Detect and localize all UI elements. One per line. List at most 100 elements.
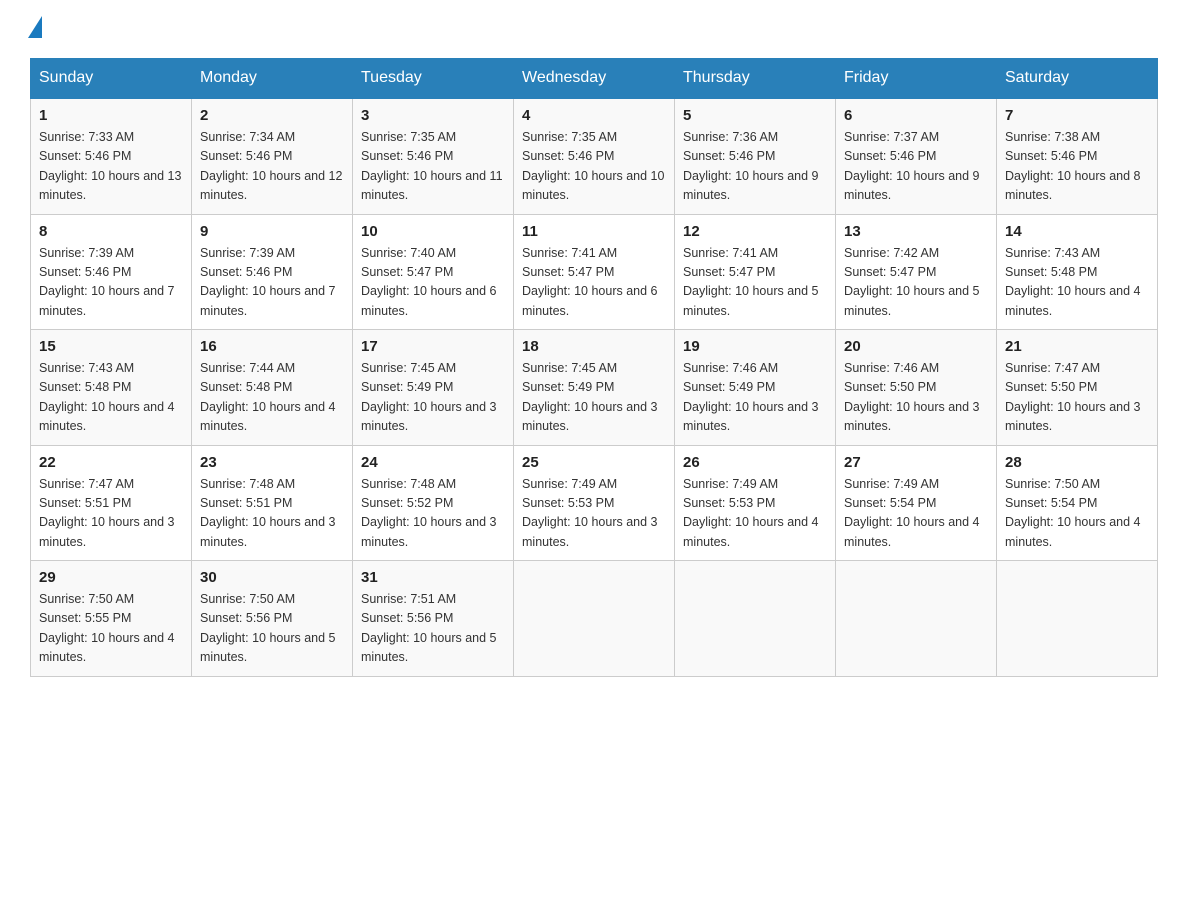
calendar-day-cell: 19 Sunrise: 7:46 AMSunset: 5:49 PMDaylig… (675, 330, 836, 446)
calendar-day-cell: 2 Sunrise: 7:34 AMSunset: 5:46 PMDayligh… (192, 98, 353, 214)
day-number: 18 (522, 338, 666, 355)
calendar-day-cell: 13 Sunrise: 7:42 AMSunset: 5:47 PMDaylig… (836, 214, 997, 330)
calendar-day-cell: 15 Sunrise: 7:43 AMSunset: 5:48 PMDaylig… (31, 330, 192, 446)
day-info: Sunrise: 7:41 AMSunset: 5:47 PMDaylight:… (683, 246, 819, 318)
day-number: 10 (361, 223, 505, 240)
calendar-day-cell: 20 Sunrise: 7:46 AMSunset: 5:50 PMDaylig… (836, 330, 997, 446)
day-info: Sunrise: 7:35 AMSunset: 5:46 PMDaylight:… (522, 130, 664, 202)
day-number: 9 (200, 223, 344, 240)
calendar-day-cell: 17 Sunrise: 7:45 AMSunset: 5:49 PMDaylig… (353, 330, 514, 446)
calendar-day-cell (675, 561, 836, 677)
day-number: 7 (1005, 107, 1149, 124)
page-header (30, 20, 1158, 38)
day-info: Sunrise: 7:45 AMSunset: 5:49 PMDaylight:… (361, 361, 497, 433)
logo-top-row (30, 20, 42, 38)
day-number: 29 (39, 569, 183, 586)
day-info: Sunrise: 7:47 AMSunset: 5:51 PMDaylight:… (39, 477, 175, 549)
logo-triangle-icon (28, 16, 42, 38)
day-number: 30 (200, 569, 344, 586)
calendar-day-cell: 8 Sunrise: 7:39 AMSunset: 5:46 PMDayligh… (31, 214, 192, 330)
weekday-header-saturday: Saturday (997, 59, 1158, 99)
calendar-day-cell: 25 Sunrise: 7:49 AMSunset: 5:53 PMDaylig… (514, 445, 675, 561)
calendar-week-row: 22 Sunrise: 7:47 AMSunset: 5:51 PMDaylig… (31, 445, 1158, 561)
day-number: 23 (200, 454, 344, 471)
calendar-day-cell (836, 561, 997, 677)
day-number: 25 (522, 454, 666, 471)
day-number: 19 (683, 338, 827, 355)
calendar-day-cell: 30 Sunrise: 7:50 AMSunset: 5:56 PMDaylig… (192, 561, 353, 677)
day-info: Sunrise: 7:37 AMSunset: 5:46 PMDaylight:… (844, 130, 980, 202)
weekday-header-tuesday: Tuesday (353, 59, 514, 99)
logo (30, 20, 42, 38)
calendar-day-cell: 29 Sunrise: 7:50 AMSunset: 5:55 PMDaylig… (31, 561, 192, 677)
calendar-day-cell (514, 561, 675, 677)
day-info: Sunrise: 7:46 AMSunset: 5:50 PMDaylight:… (844, 361, 980, 433)
day-number: 6 (844, 107, 988, 124)
day-info: Sunrise: 7:49 AMSunset: 5:54 PMDaylight:… (844, 477, 980, 549)
calendar-week-row: 8 Sunrise: 7:39 AMSunset: 5:46 PMDayligh… (31, 214, 1158, 330)
day-number: 14 (1005, 223, 1149, 240)
day-info: Sunrise: 7:48 AMSunset: 5:52 PMDaylight:… (361, 477, 497, 549)
day-info: Sunrise: 7:46 AMSunset: 5:49 PMDaylight:… (683, 361, 819, 433)
calendar-day-cell (997, 561, 1158, 677)
day-info: Sunrise: 7:35 AMSunset: 5:46 PMDaylight:… (361, 130, 503, 202)
day-number: 26 (683, 454, 827, 471)
calendar-day-cell: 22 Sunrise: 7:47 AMSunset: 5:51 PMDaylig… (31, 445, 192, 561)
calendar-day-cell: 5 Sunrise: 7:36 AMSunset: 5:46 PMDayligh… (675, 98, 836, 214)
calendar-week-row: 1 Sunrise: 7:33 AMSunset: 5:46 PMDayligh… (31, 98, 1158, 214)
weekday-header-wednesday: Wednesday (514, 59, 675, 99)
weekday-header-sunday: Sunday (31, 59, 192, 99)
weekday-header-monday: Monday (192, 59, 353, 99)
day-info: Sunrise: 7:49 AMSunset: 5:53 PMDaylight:… (683, 477, 819, 549)
weekday-header-friday: Friday (836, 59, 997, 99)
day-info: Sunrise: 7:43 AMSunset: 5:48 PMDaylight:… (39, 361, 175, 433)
day-info: Sunrise: 7:36 AMSunset: 5:46 PMDaylight:… (683, 130, 819, 202)
day-info: Sunrise: 7:51 AMSunset: 5:56 PMDaylight:… (361, 592, 497, 664)
day-number: 16 (200, 338, 344, 355)
day-info: Sunrise: 7:45 AMSunset: 5:49 PMDaylight:… (522, 361, 658, 433)
day-number: 17 (361, 338, 505, 355)
calendar-week-row: 29 Sunrise: 7:50 AMSunset: 5:55 PMDaylig… (31, 561, 1158, 677)
day-number: 12 (683, 223, 827, 240)
calendar-day-cell: 28 Sunrise: 7:50 AMSunset: 5:54 PMDaylig… (997, 445, 1158, 561)
calendar-day-cell: 12 Sunrise: 7:41 AMSunset: 5:47 PMDaylig… (675, 214, 836, 330)
calendar-day-cell: 4 Sunrise: 7:35 AMSunset: 5:46 PMDayligh… (514, 98, 675, 214)
day-info: Sunrise: 7:50 AMSunset: 5:55 PMDaylight:… (39, 592, 175, 664)
calendar-table: SundayMondayTuesdayWednesdayThursdayFrid… (30, 58, 1158, 677)
day-info: Sunrise: 7:48 AMSunset: 5:51 PMDaylight:… (200, 477, 336, 549)
day-info: Sunrise: 7:38 AMSunset: 5:46 PMDaylight:… (1005, 130, 1141, 202)
day-info: Sunrise: 7:34 AMSunset: 5:46 PMDaylight:… (200, 130, 342, 202)
day-number: 22 (39, 454, 183, 471)
day-number: 8 (39, 223, 183, 240)
calendar-day-cell: 1 Sunrise: 7:33 AMSunset: 5:46 PMDayligh… (31, 98, 192, 214)
day-number: 24 (361, 454, 505, 471)
day-number: 27 (844, 454, 988, 471)
day-number: 20 (844, 338, 988, 355)
calendar-day-cell: 31 Sunrise: 7:51 AMSunset: 5:56 PMDaylig… (353, 561, 514, 677)
day-info: Sunrise: 7:49 AMSunset: 5:53 PMDaylight:… (522, 477, 658, 549)
day-number: 2 (200, 107, 344, 124)
calendar-week-row: 15 Sunrise: 7:43 AMSunset: 5:48 PMDaylig… (31, 330, 1158, 446)
weekday-header-thursday: Thursday (675, 59, 836, 99)
calendar-day-cell: 18 Sunrise: 7:45 AMSunset: 5:49 PMDaylig… (514, 330, 675, 446)
day-info: Sunrise: 7:47 AMSunset: 5:50 PMDaylight:… (1005, 361, 1141, 433)
day-info: Sunrise: 7:33 AMSunset: 5:46 PMDaylight:… (39, 130, 181, 202)
day-number: 21 (1005, 338, 1149, 355)
calendar-day-cell: 10 Sunrise: 7:40 AMSunset: 5:47 PMDaylig… (353, 214, 514, 330)
day-info: Sunrise: 7:42 AMSunset: 5:47 PMDaylight:… (844, 246, 980, 318)
day-number: 11 (522, 223, 666, 240)
calendar-day-cell: 27 Sunrise: 7:49 AMSunset: 5:54 PMDaylig… (836, 445, 997, 561)
day-number: 5 (683, 107, 827, 124)
day-number: 3 (361, 107, 505, 124)
weekday-header-row: SundayMondayTuesdayWednesdayThursdayFrid… (31, 59, 1158, 99)
calendar-day-cell: 16 Sunrise: 7:44 AMSunset: 5:48 PMDaylig… (192, 330, 353, 446)
day-number: 31 (361, 569, 505, 586)
day-info: Sunrise: 7:43 AMSunset: 5:48 PMDaylight:… (1005, 246, 1141, 318)
day-info: Sunrise: 7:39 AMSunset: 5:46 PMDaylight:… (200, 246, 336, 318)
calendar-day-cell: 23 Sunrise: 7:48 AMSunset: 5:51 PMDaylig… (192, 445, 353, 561)
day-info: Sunrise: 7:40 AMSunset: 5:47 PMDaylight:… (361, 246, 497, 318)
calendar-day-cell: 21 Sunrise: 7:47 AMSunset: 5:50 PMDaylig… (997, 330, 1158, 446)
day-number: 13 (844, 223, 988, 240)
calendar-day-cell: 7 Sunrise: 7:38 AMSunset: 5:46 PMDayligh… (997, 98, 1158, 214)
day-number: 15 (39, 338, 183, 355)
